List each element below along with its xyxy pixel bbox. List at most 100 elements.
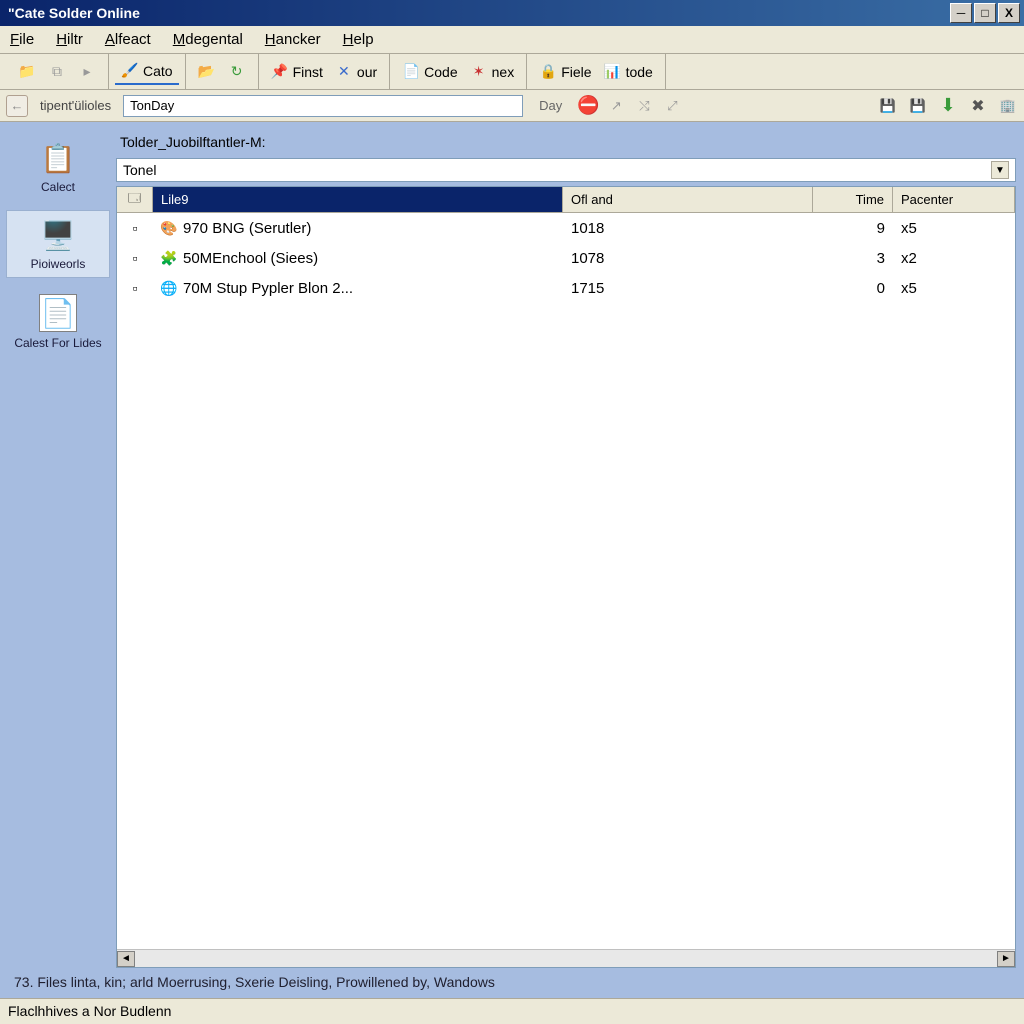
col-pacenter[interactable]: Pacenter: [893, 187, 1015, 212]
chevron-down-icon: ▼: [991, 161, 1009, 179]
finst-button[interactable]: 📌Finst: [265, 60, 329, 84]
cross-thin-icon: ⤭: [639, 98, 649, 114]
window-buttons: ─ □ X: [950, 3, 1020, 23]
menu-alfeact[interactable]: Alfeact: [105, 31, 151, 48]
scroll-right-icon[interactable]: ►: [997, 951, 1015, 967]
download-button[interactable]: ⬇: [938, 96, 958, 116]
brush-icon: 🖌️: [121, 62, 139, 80]
disk1-button[interactable]: 💾: [878, 96, 898, 116]
content-area: 📋 Calect 🖥️ Pioiweorls 📄 Calest For Lide…: [0, 122, 1024, 968]
refresh-button[interactable]: ↻: [222, 60, 252, 84]
close-button[interactable]: X: [998, 3, 1020, 23]
address-input[interactable]: [123, 95, 523, 117]
col-icon[interactable]: 🗔: [117, 187, 153, 212]
stop-button[interactable]: ⛔: [578, 96, 598, 116]
up-arrow-button[interactable]: ↗: [606, 96, 626, 116]
table-row[interactable]: ▫ 🎨970 BNG (Serutler) 1018 9 x5: [117, 213, 1015, 243]
our-button[interactable]: ✕our: [329, 60, 383, 84]
copy-button[interactable]: ⧉: [42, 60, 72, 84]
menu-help[interactable]: Help: [343, 31, 374, 48]
arrow-left-icon: ←: [11, 98, 24, 113]
row-time: 0: [813, 280, 893, 297]
combo-value: Tonel: [123, 162, 991, 178]
table-row[interactable]: ▫ 🌐70M Stup Pypler Blon 2... 1715 0 x5: [117, 273, 1015, 303]
row-time: 9: [813, 220, 893, 237]
address-right-buttons: 💾 💾 ⬇ ✖ 🏢: [878, 96, 1018, 116]
sidebar-pioweorls-label: Pioiweorls: [31, 257, 86, 271]
star-icon: ✶: [470, 63, 488, 81]
code-label: Code: [424, 64, 457, 80]
path-label: Tolder_Juobilftantler-M:: [116, 132, 1016, 152]
title-bar: "Cate Solder Online ─ □ X: [0, 0, 1024, 26]
cross-button[interactable]: ⤭: [634, 96, 654, 116]
horizontal-scrollbar[interactable]: ◄ ►: [117, 949, 1015, 967]
row-name: 50MEnchool (Siees): [183, 250, 318, 267]
day-label: Day: [531, 98, 570, 113]
arrow-down-icon: ⬇: [940, 95, 955, 116]
tode-label: tode: [626, 64, 653, 80]
globe-icon: 🌐: [161, 280, 177, 296]
nex-label: nex: [492, 64, 515, 80]
cato-button[interactable]: 🖌️Cato: [115, 59, 179, 85]
row-name: 970 BNG (Serutler): [183, 220, 311, 237]
tode-button[interactable]: 📊tode: [598, 60, 659, 84]
calect-icon: 📋: [37, 140, 79, 176]
menu-hiltr[interactable]: Hiltr: [56, 31, 83, 48]
col-name[interactable]: Lile9: [153, 187, 563, 212]
tool-group-4: 📌Finst ✕our: [259, 54, 391, 89]
arrow-up-right-icon: ↗: [611, 98, 622, 114]
stop-icon: ⛔: [577, 95, 599, 116]
disk2-button[interactable]: 💾: [908, 96, 928, 116]
col-ofl[interactable]: Ofl and: [563, 187, 813, 212]
menu-bar: File Hiltr Alfeact Mdegental Hancker Hel…: [0, 26, 1024, 54]
main-panel: Tolder_Juobilftantler-M: Tonel ▼ 🗔 Lile9…: [116, 122, 1024, 968]
tool-group-3: 📂 ↻: [186, 54, 259, 89]
menu-hancker[interactable]: Hancker: [265, 31, 321, 48]
table-row[interactable]: ▫ 🧩50MEnchool (Siees) 1078 3 x2: [117, 243, 1015, 273]
tool-group-5: 📄Code ✶nex: [390, 54, 527, 89]
chevron-right-icon: ▸: [78, 63, 96, 81]
listview-header: 🗔 Lile9 Ofl and Time Pacenter: [117, 187, 1015, 213]
row-pac: x5: [893, 280, 1015, 297]
copy-icon: ⧉: [48, 63, 66, 81]
disk-add-icon: 💾: [910, 98, 926, 114]
fiele-button[interactable]: 🔒Fiele: [533, 60, 597, 84]
sidebar-item-calect[interactable]: 📋 Calect: [6, 134, 110, 200]
toolbar: 📁 ⧉ ▸ 🖌️Cato 📂 ↻ 📌Finst ✕our 📄Code ✶nex …: [0, 54, 1024, 90]
menu-file[interactable]: File: [10, 31, 34, 48]
building-button[interactable]: 🏢: [998, 96, 1018, 116]
minimize-button[interactable]: ─: [950, 3, 972, 23]
code-button[interactable]: 📄Code: [396, 60, 463, 84]
address-bar: ← tipent'ülioles Day ⛔ ↗ ⤭ ⤢ 💾 💾 ⬇ ✖ 🏢: [0, 90, 1024, 122]
menu-mdegental[interactable]: Mdegental: [173, 31, 243, 48]
file-listview: 🗔 Lile9 Ofl and Time Pacenter ▫ 🎨970 BNG…: [116, 186, 1016, 968]
tool-group-1: 📁 ⧉ ▸: [6, 54, 109, 89]
tool-group-2: 🖌️Cato: [109, 54, 186, 89]
our-label: our: [357, 64, 377, 80]
sidebar-item-pioweorls[interactable]: 🖥️ Pioiweorls: [6, 210, 110, 278]
row-check-icon: ▫: [127, 220, 143, 236]
row-ofl: 1078: [563, 250, 813, 267]
maximize-button[interactable]: □: [974, 3, 996, 23]
folder-combo[interactable]: Tonel ▼: [116, 158, 1016, 182]
folder-button[interactable]: 📁: [12, 60, 42, 84]
x-icon: ✖: [971, 96, 984, 116]
listview-body: ▫ 🎨970 BNG (Serutler) 1018 9 x5 ▫ 🧩 50MEn…: [117, 213, 1015, 949]
nav-back-button[interactable]: ←: [6, 95, 28, 117]
sidebar-item-calest[interactable]: 📄 Calest For Lides: [6, 288, 110, 356]
delete-button[interactable]: ✖: [968, 96, 988, 116]
window-title: "Cate Solder Online: [4, 5, 950, 21]
header-icon: 🗔: [128, 189, 141, 210]
nex-button[interactable]: ✶nex: [464, 60, 521, 84]
expand-icon: ⤢: [667, 98, 677, 114]
app-icon: 🧩: [161, 250, 177, 266]
open-folder-button[interactable]: 📂: [192, 60, 222, 84]
scroll-left-icon[interactable]: ◄: [117, 951, 135, 967]
more-button[interactable]: ▸: [72, 60, 102, 84]
row-pac: x5: [893, 220, 1015, 237]
cross-icon: ✕: [335, 63, 353, 81]
col-time[interactable]: Time: [813, 187, 893, 212]
refresh-icon: ↻: [228, 63, 246, 81]
sidebar-calect-label: Calect: [41, 180, 75, 194]
expand-button[interactable]: ⤢: [662, 96, 682, 116]
